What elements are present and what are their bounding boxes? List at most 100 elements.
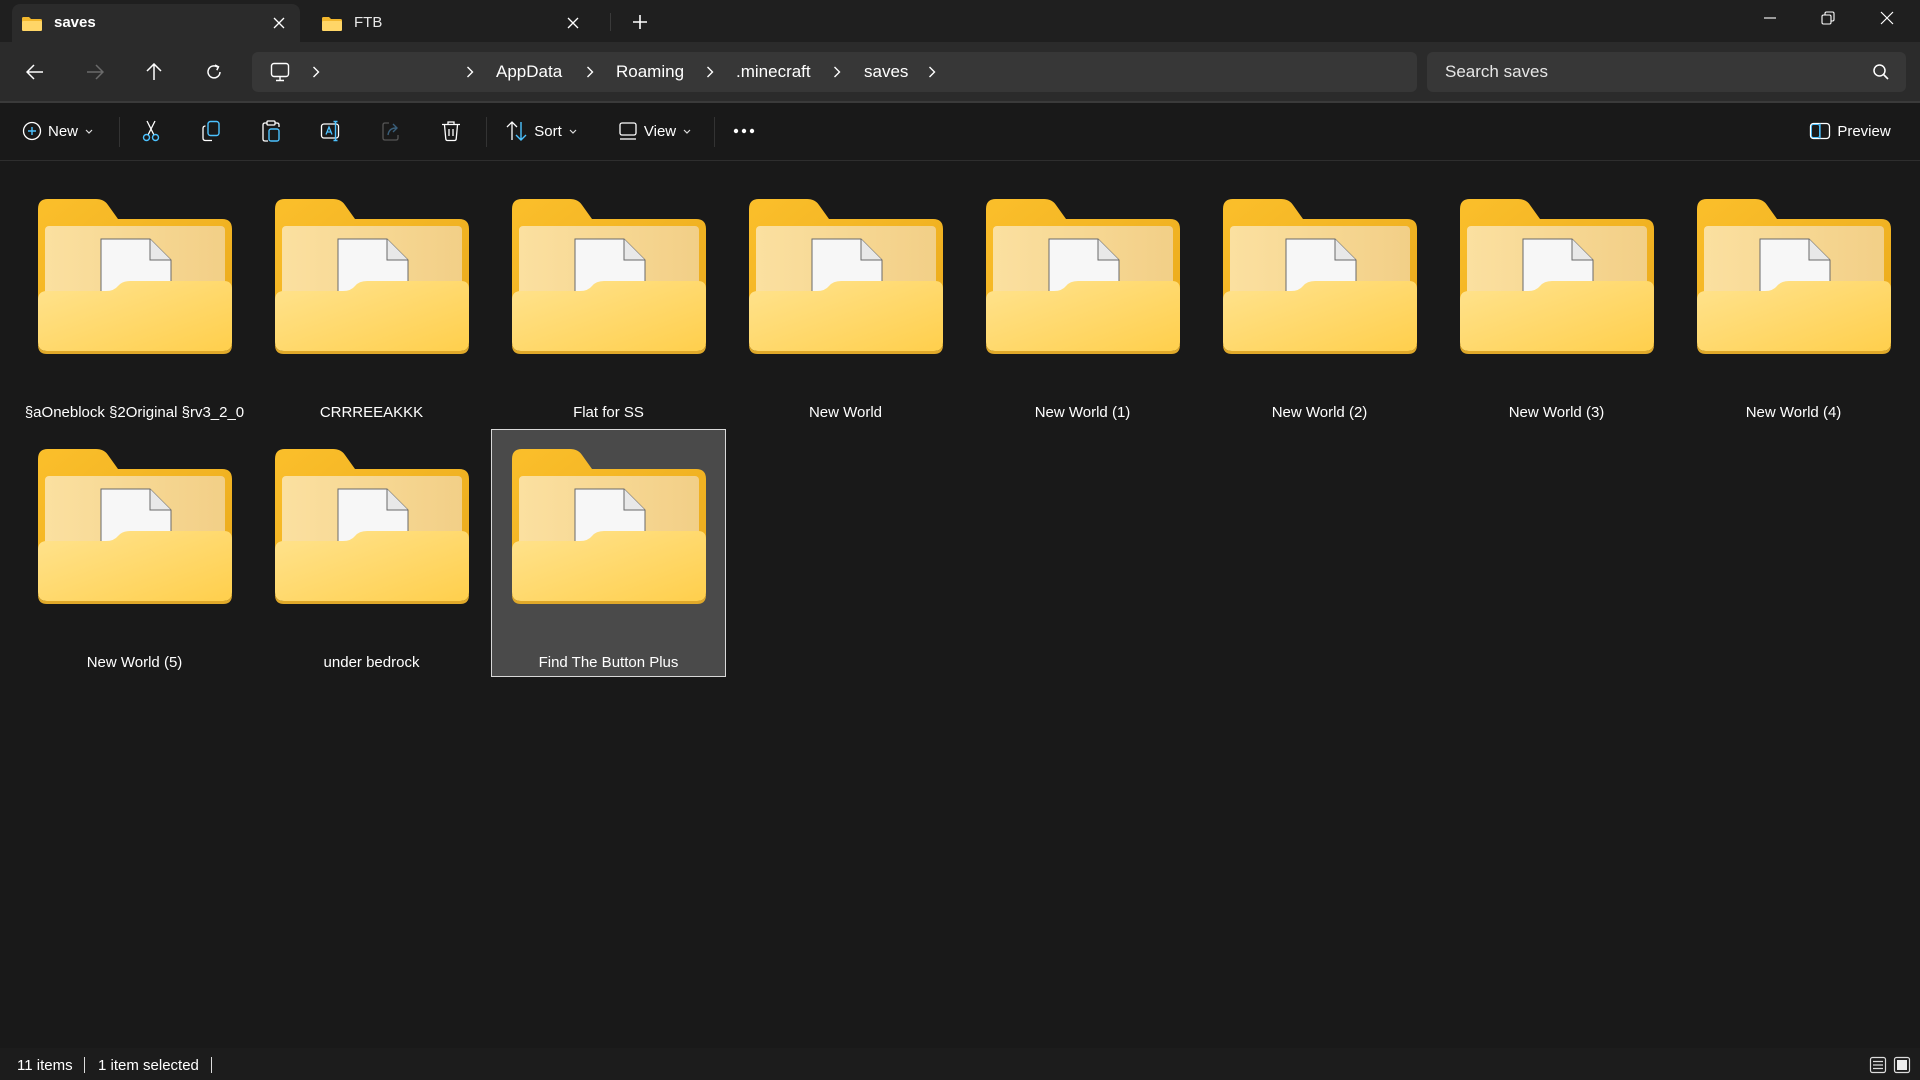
folder-item[interactable]: §aOneblock §2Original §rv3_2_0 bbox=[17, 179, 252, 427]
address-bar[interactable]: AppData Roaming .minecraft saves bbox=[252, 52, 1417, 92]
search-box[interactable] bbox=[1427, 52, 1906, 92]
folder-item[interactable]: New World bbox=[728, 179, 963, 427]
chevron-down-icon bbox=[683, 129, 691, 134]
close-icon bbox=[1880, 11, 1894, 25]
delete-icon bbox=[442, 121, 460, 142]
folder-name: Flat for SS bbox=[573, 404, 644, 421]
paste-button[interactable] bbox=[251, 113, 291, 149]
toolbar-separator bbox=[486, 117, 487, 147]
search-icon[interactable] bbox=[1872, 63, 1890, 81]
breadcrumb-roaming[interactable]: Roaming bbox=[616, 62, 684, 82]
folder-item[interactable]: under bedrock bbox=[254, 429, 489, 677]
breadcrumb-minecraft[interactable]: .minecraft bbox=[736, 62, 811, 82]
arrow-right-icon bbox=[87, 64, 104, 80]
close-tab-icon[interactable] bbox=[562, 12, 584, 34]
folder-name: New World bbox=[808, 404, 883, 421]
cut-button[interactable] bbox=[131, 113, 171, 149]
chevron-right-icon[interactable] bbox=[829, 64, 845, 80]
tab-label: saves bbox=[54, 14, 96, 31]
new-tab-button[interactable] bbox=[625, 11, 655, 33]
folder-icon bbox=[38, 199, 232, 354]
minimize-icon bbox=[1764, 17, 1776, 19]
folder-icon bbox=[986, 199, 1180, 354]
back-button[interactable] bbox=[15, 52, 55, 92]
tab-divider bbox=[610, 13, 611, 31]
folder-name: New World (1) bbox=[1034, 404, 1131, 421]
rename-button[interactable] bbox=[311, 113, 351, 149]
view-button[interactable]: View bbox=[612, 113, 698, 149]
chevron-right-icon[interactable] bbox=[582, 64, 598, 80]
forward-button[interactable] bbox=[75, 52, 115, 92]
tab-label: FTB bbox=[354, 14, 383, 31]
toolbar-separator bbox=[119, 117, 120, 147]
details-view-icon[interactable] bbox=[1869, 1056, 1887, 1074]
tab-saves[interactable]: saves bbox=[12, 4, 300, 42]
refresh-button[interactable] bbox=[194, 52, 234, 92]
folder-name: New World (3) bbox=[1508, 404, 1605, 421]
share-icon bbox=[382, 122, 399, 141]
tab-ftb[interactable]: FTB bbox=[312, 4, 594, 42]
restore-button[interactable] bbox=[1799, 0, 1857, 36]
folder-name: New World (5) bbox=[86, 654, 183, 671]
folder-icon bbox=[275, 449, 469, 604]
selection-count: 1 item selected bbox=[98, 1057, 199, 1074]
file-list: §aOneblock §2Original §rv3_2_0 CRRREEAKKK… bbox=[0, 161, 1920, 1041]
new-button[interactable]: New bbox=[14, 113, 102, 149]
copy-button[interactable] bbox=[191, 113, 231, 149]
item-count: 11 items bbox=[17, 1057, 73, 1074]
more-icon bbox=[733, 128, 755, 134]
folder-item[interactable]: New World (1) bbox=[965, 179, 1200, 427]
folder-name: New World (2) bbox=[1271, 404, 1368, 421]
status-bar: 11 items 1 item selected bbox=[0, 1048, 1920, 1080]
folder-item[interactable]: New World (5) bbox=[17, 429, 252, 677]
search-input[interactable] bbox=[1445, 52, 1865, 92]
view-label: View bbox=[643, 122, 677, 140]
close-tab-icon[interactable] bbox=[268, 12, 290, 34]
new-label: New bbox=[47, 122, 78, 140]
chevron-right-icon[interactable] bbox=[702, 64, 718, 80]
folder-item[interactable]: Find The Button Plus bbox=[491, 429, 726, 677]
folder-icon bbox=[1460, 199, 1654, 354]
chevron-right-icon[interactable] bbox=[308, 64, 324, 80]
this-pc-icon[interactable] bbox=[270, 62, 290, 82]
preview-pane-button[interactable]: Preview bbox=[1800, 113, 1900, 149]
paste-icon bbox=[262, 120, 280, 142]
rename-icon bbox=[320, 120, 340, 142]
folder-item[interactable]: New World (2) bbox=[1202, 179, 1437, 427]
restore-icon bbox=[1821, 11, 1835, 25]
folder-item[interactable]: CRRREEAKKK bbox=[254, 179, 489, 427]
folder-name: §aOneblock §2Original §rv3_2_0 bbox=[24, 404, 245, 421]
tab-bar: saves FTB bbox=[0, 0, 1920, 42]
folder-name: New World (4) bbox=[1745, 404, 1842, 421]
share-button[interactable] bbox=[371, 113, 411, 149]
delete-button[interactable] bbox=[431, 113, 471, 149]
folder-name: CRRREEAKKK bbox=[319, 404, 424, 421]
breadcrumb-saves[interactable]: saves bbox=[864, 62, 908, 82]
folder-item[interactable]: New World (4) bbox=[1676, 179, 1911, 427]
chevron-down-icon bbox=[85, 129, 93, 134]
folder-item[interactable]: Flat for SS bbox=[491, 179, 726, 427]
folder-item[interactable]: New World (3) bbox=[1439, 179, 1674, 427]
breadcrumb-appdata[interactable]: AppData bbox=[496, 62, 562, 82]
command-bar: New Sort View Preview bbox=[0, 103, 1920, 160]
sort-icon bbox=[506, 121, 527, 141]
up-button[interactable] bbox=[134, 52, 174, 92]
navigation-bar: AppData Roaming .minecraft saves bbox=[0, 42, 1920, 102]
minimize-button[interactable] bbox=[1741, 0, 1799, 36]
status-separator bbox=[84, 1057, 85, 1073]
plus-icon bbox=[633, 15, 647, 29]
folder-icon bbox=[749, 199, 943, 354]
preview-pane-icon bbox=[1810, 122, 1831, 140]
cut-icon bbox=[142, 120, 160, 142]
folder-icon bbox=[38, 449, 232, 604]
arrow-up-icon bbox=[146, 63, 162, 80]
folder-icon bbox=[22, 17, 42, 31]
folder-icon bbox=[275, 199, 469, 354]
more-options-button[interactable] bbox=[724, 113, 764, 149]
sort-button[interactable]: Sort bbox=[500, 113, 584, 149]
chevron-right-icon[interactable] bbox=[462, 64, 478, 80]
chevron-right-icon[interactable] bbox=[924, 64, 940, 80]
close-window-button[interactable] bbox=[1858, 0, 1916, 36]
arrow-left-icon bbox=[26, 64, 43, 80]
large-icons-view-icon[interactable] bbox=[1893, 1056, 1911, 1074]
